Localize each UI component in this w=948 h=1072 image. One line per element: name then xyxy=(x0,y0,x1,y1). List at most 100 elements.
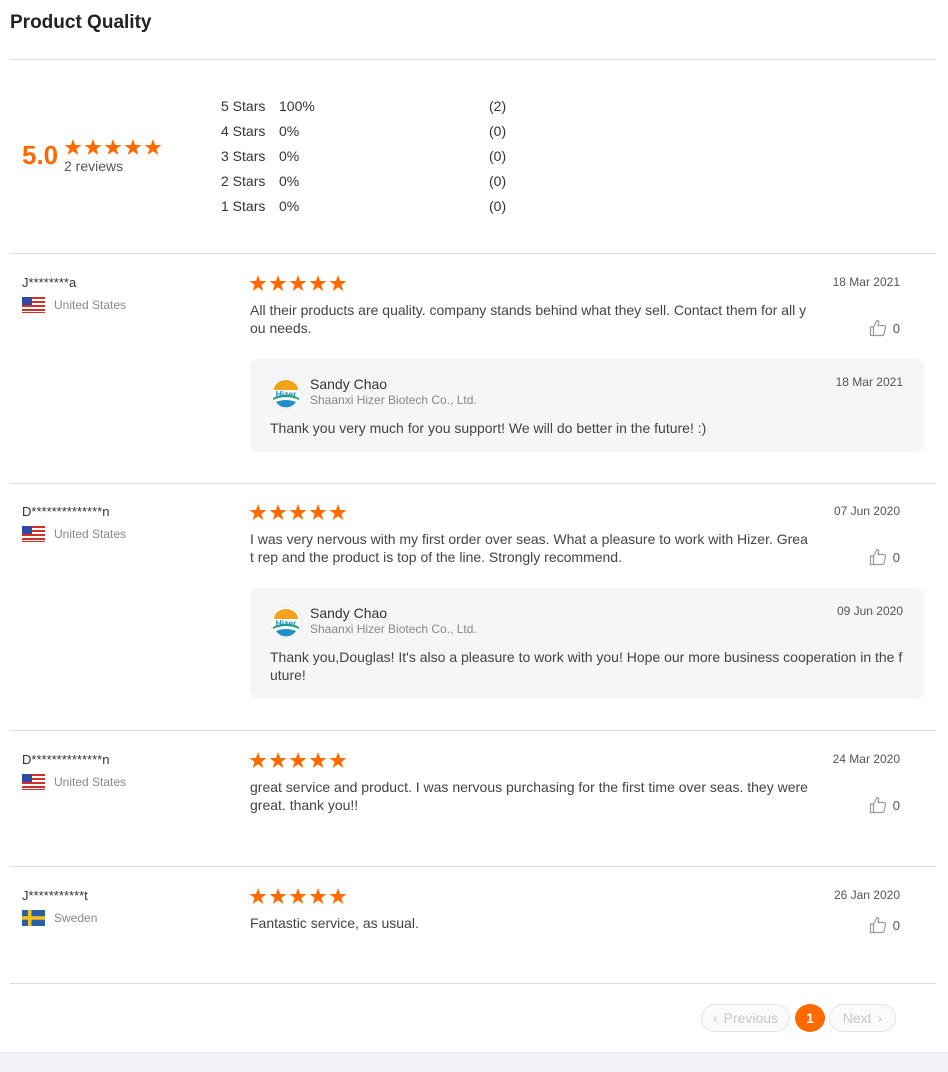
chevron-left-icon: ‹ xyxy=(712,1010,718,1026)
page-1-button[interactable]: 1 xyxy=(795,1004,825,1032)
star-icon xyxy=(309,888,327,904)
star-icon xyxy=(309,752,327,768)
country-name: United States xyxy=(54,298,127,312)
star-icon xyxy=(249,888,267,904)
star-icon xyxy=(249,504,267,520)
reply-company: Shaanxi Hizer Biotech Co., Ltd. xyxy=(310,393,477,407)
star-count: (0) xyxy=(489,198,507,214)
logo-text: Hizer xyxy=(276,389,297,399)
review-stars xyxy=(249,504,347,520)
divider xyxy=(10,253,936,254)
star-count: (0) xyxy=(489,123,507,139)
sweden-flag-icon xyxy=(22,910,45,926)
country-name: Sweden xyxy=(54,911,98,925)
us-flag-icon xyxy=(22,774,45,790)
footer-strip xyxy=(0,1052,948,1072)
country-name: United States xyxy=(54,527,127,541)
star-icon xyxy=(269,504,287,520)
star-percent: 0% xyxy=(279,148,300,164)
star-count: (0) xyxy=(489,173,507,189)
divider xyxy=(10,730,936,731)
star-icon xyxy=(289,752,307,768)
star-icon xyxy=(104,139,122,155)
divider xyxy=(10,483,936,484)
star-icon xyxy=(249,752,267,768)
star-percent: 0% xyxy=(279,198,300,214)
reviewer-name: D**************n xyxy=(22,504,110,519)
like-button[interactable]: 0 xyxy=(869,548,900,566)
star-icon xyxy=(84,139,102,155)
reply-date: 09 Jun 2020 xyxy=(836,604,903,618)
review-text: All their products are quality. company … xyxy=(250,302,807,336)
reviewer-country: United States xyxy=(22,774,126,790)
star-icon xyxy=(329,888,347,904)
divider xyxy=(10,59,936,60)
review-text: great service and product. I was nervous… xyxy=(250,779,808,813)
review-item: D**************n United States 07 Jun 20… xyxy=(0,504,948,704)
star-label: 2 Stars xyxy=(221,173,266,189)
thumbs-up-icon xyxy=(869,916,886,934)
reviewer-country: Sweden xyxy=(22,910,97,926)
previous-page-button[interactable]: ‹ Previous xyxy=(701,1004,790,1032)
previous-label: Previous xyxy=(723,1010,779,1026)
reply-date: 18 Mar 2021 xyxy=(835,375,903,389)
star-label: 5 Stars xyxy=(221,98,266,114)
like-count: 0 xyxy=(892,797,900,813)
star-percent: 100% xyxy=(279,98,315,114)
review-stars xyxy=(249,275,347,291)
reply-company: Shaanxi Hizer Biotech Co., Ltd. xyxy=(310,622,477,636)
reviewer-name: J***********t xyxy=(22,888,88,903)
star-icon xyxy=(269,888,287,904)
star-icon xyxy=(144,139,162,155)
thumbs-up-icon xyxy=(869,548,886,566)
star-icon xyxy=(289,275,307,291)
review-date: 24 Mar 2020 xyxy=(832,752,900,766)
us-flag-icon xyxy=(22,297,45,313)
like-count: 0 xyxy=(892,549,900,565)
star-percent: 0% xyxy=(279,173,300,189)
divider xyxy=(10,983,936,984)
review-date: 07 Jun 2020 xyxy=(833,504,900,518)
like-button[interactable]: 0 xyxy=(869,916,900,934)
thumbs-up-icon xyxy=(869,319,886,337)
like-button[interactable]: 0 xyxy=(869,319,900,337)
review-item: J***********t Sweden 26 Jan 2020 Fantast… xyxy=(0,888,948,968)
like-count: 0 xyxy=(892,917,900,933)
seller-reply: Hizer Sandy Chao Shaanxi Hizer Biotech C… xyxy=(250,588,924,699)
seller-reply: Hizer Sandy Chao Shaanxi Hizer Biotech C… xyxy=(250,359,924,452)
star-count: (2) xyxy=(489,98,507,114)
star-icon xyxy=(249,275,267,291)
hizer-logo: Hizer xyxy=(270,606,302,638)
divider xyxy=(10,866,936,867)
star-label: 3 Stars xyxy=(221,148,266,164)
review-text: Fantastic service, as usual. xyxy=(250,915,419,931)
next-label: Next xyxy=(842,1010,872,1026)
thumbs-up-icon xyxy=(869,796,886,814)
us-flag-icon xyxy=(22,526,45,542)
review-item: D**************n United States 24 Mar 20… xyxy=(0,752,948,832)
star-icon xyxy=(309,275,327,291)
star-count: (0) xyxy=(489,148,507,164)
review-stars xyxy=(249,888,347,904)
star-percent: 0% xyxy=(279,123,300,139)
star-icon xyxy=(289,888,307,904)
next-page-button[interactable]: Next › xyxy=(829,1004,896,1032)
reviewer-country: United States xyxy=(22,526,126,542)
star-icon xyxy=(269,275,287,291)
like-count: 0 xyxy=(892,320,900,336)
review-date: 26 Jan 2020 xyxy=(833,888,900,902)
reviewer-name: D**************n xyxy=(22,752,110,767)
logo-text: Hizer xyxy=(276,618,297,628)
hizer-logo: Hizer xyxy=(270,377,302,409)
star-label: 4 Stars xyxy=(221,123,266,139)
star-label: 1 Stars xyxy=(221,198,266,214)
like-button[interactable]: 0 xyxy=(869,796,900,814)
star-icon xyxy=(289,504,307,520)
review-text: I was very nervous with my first order o… xyxy=(250,531,808,565)
review-item: J********a United States 18 Mar 2021 All… xyxy=(0,275,948,455)
star-icon xyxy=(124,139,142,155)
reviewer-country: United States xyxy=(22,297,126,313)
page-title: Product Quality xyxy=(10,12,152,33)
reply-author: Sandy Chao xyxy=(310,605,388,621)
star-icon xyxy=(329,275,347,291)
